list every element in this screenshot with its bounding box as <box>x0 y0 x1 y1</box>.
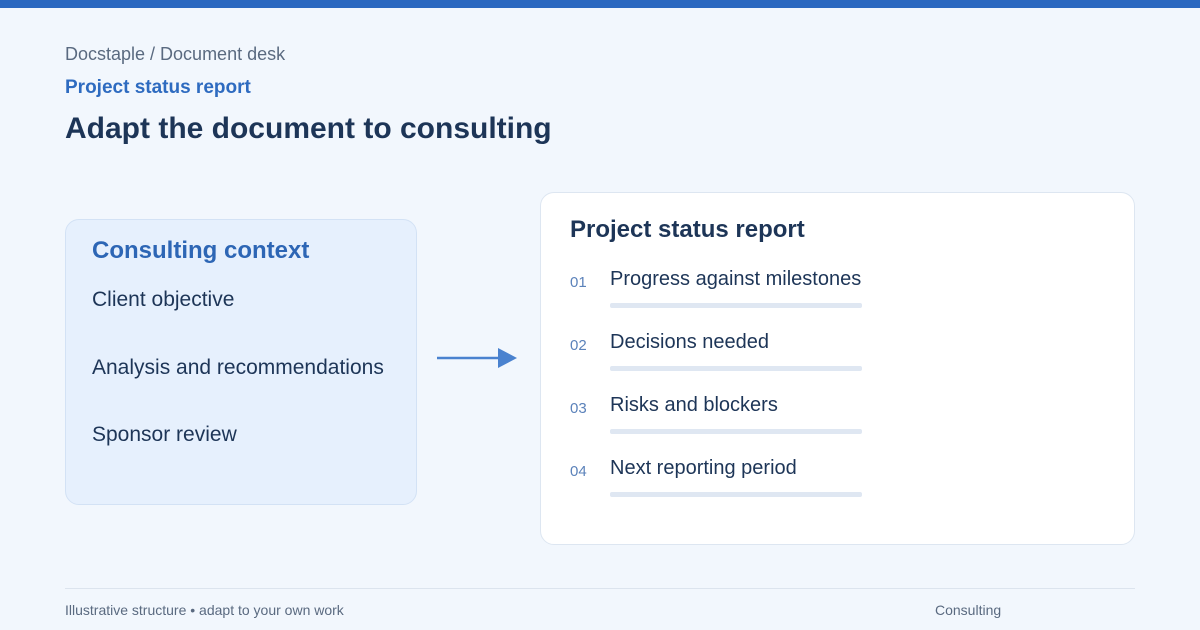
section-underline <box>610 366 862 371</box>
section-underline <box>610 492 862 497</box>
report-section-row: 03 Risks and blockers <box>570 394 1110 444</box>
section-number: 01 <box>570 274 587 291</box>
breadcrumb[interactable]: Docstaple / Document desk <box>65 44 285 65</box>
arrow-right-icon <box>437 348 517 368</box>
section-label: Progress against milestones <box>610 268 862 290</box>
section-label: Next reporting period <box>610 457 797 479</box>
report-section-row: 02 Decisions needed <box>570 331 1110 381</box>
report-section-row: 04 Next reporting period <box>570 457 1110 507</box>
report-card-title: Project status report <box>570 216 805 243</box>
section-underline <box>610 303 862 308</box>
context-item-sponsor-review: Sponsor review <box>92 423 237 446</box>
section-label: Risks and blockers <box>610 394 778 416</box>
report-section-row: 01 Progress against milestones <box>570 268 1110 318</box>
report-outline-card: Project status report 01 Progress agains… <box>540 192 1135 545</box>
context-card-title: Consulting context <box>92 237 310 264</box>
top-accent-bar <box>0 0 1200 8</box>
document-type-label: Project status report <box>65 77 251 98</box>
section-number: 04 <box>570 463 587 480</box>
section-label: Decisions needed <box>610 331 769 353</box>
context-item-analysis: Analysis and recommendations <box>92 356 384 379</box>
footer-industry-tag: Consulting <box>935 602 1002 618</box>
section-number: 03 <box>570 400 587 417</box>
footer-divider <box>65 588 1135 589</box>
context-item-client-objective: Client objective <box>92 288 235 311</box>
footer-note: Illustrative structure • adapt to your o… <box>65 602 344 618</box>
section-underline <box>610 429 862 434</box>
page-title: Adapt the document to consulting <box>65 112 552 145</box>
section-number: 02 <box>570 337 587 354</box>
consulting-context-card: Consulting context Client objective Anal… <box>65 219 417 505</box>
